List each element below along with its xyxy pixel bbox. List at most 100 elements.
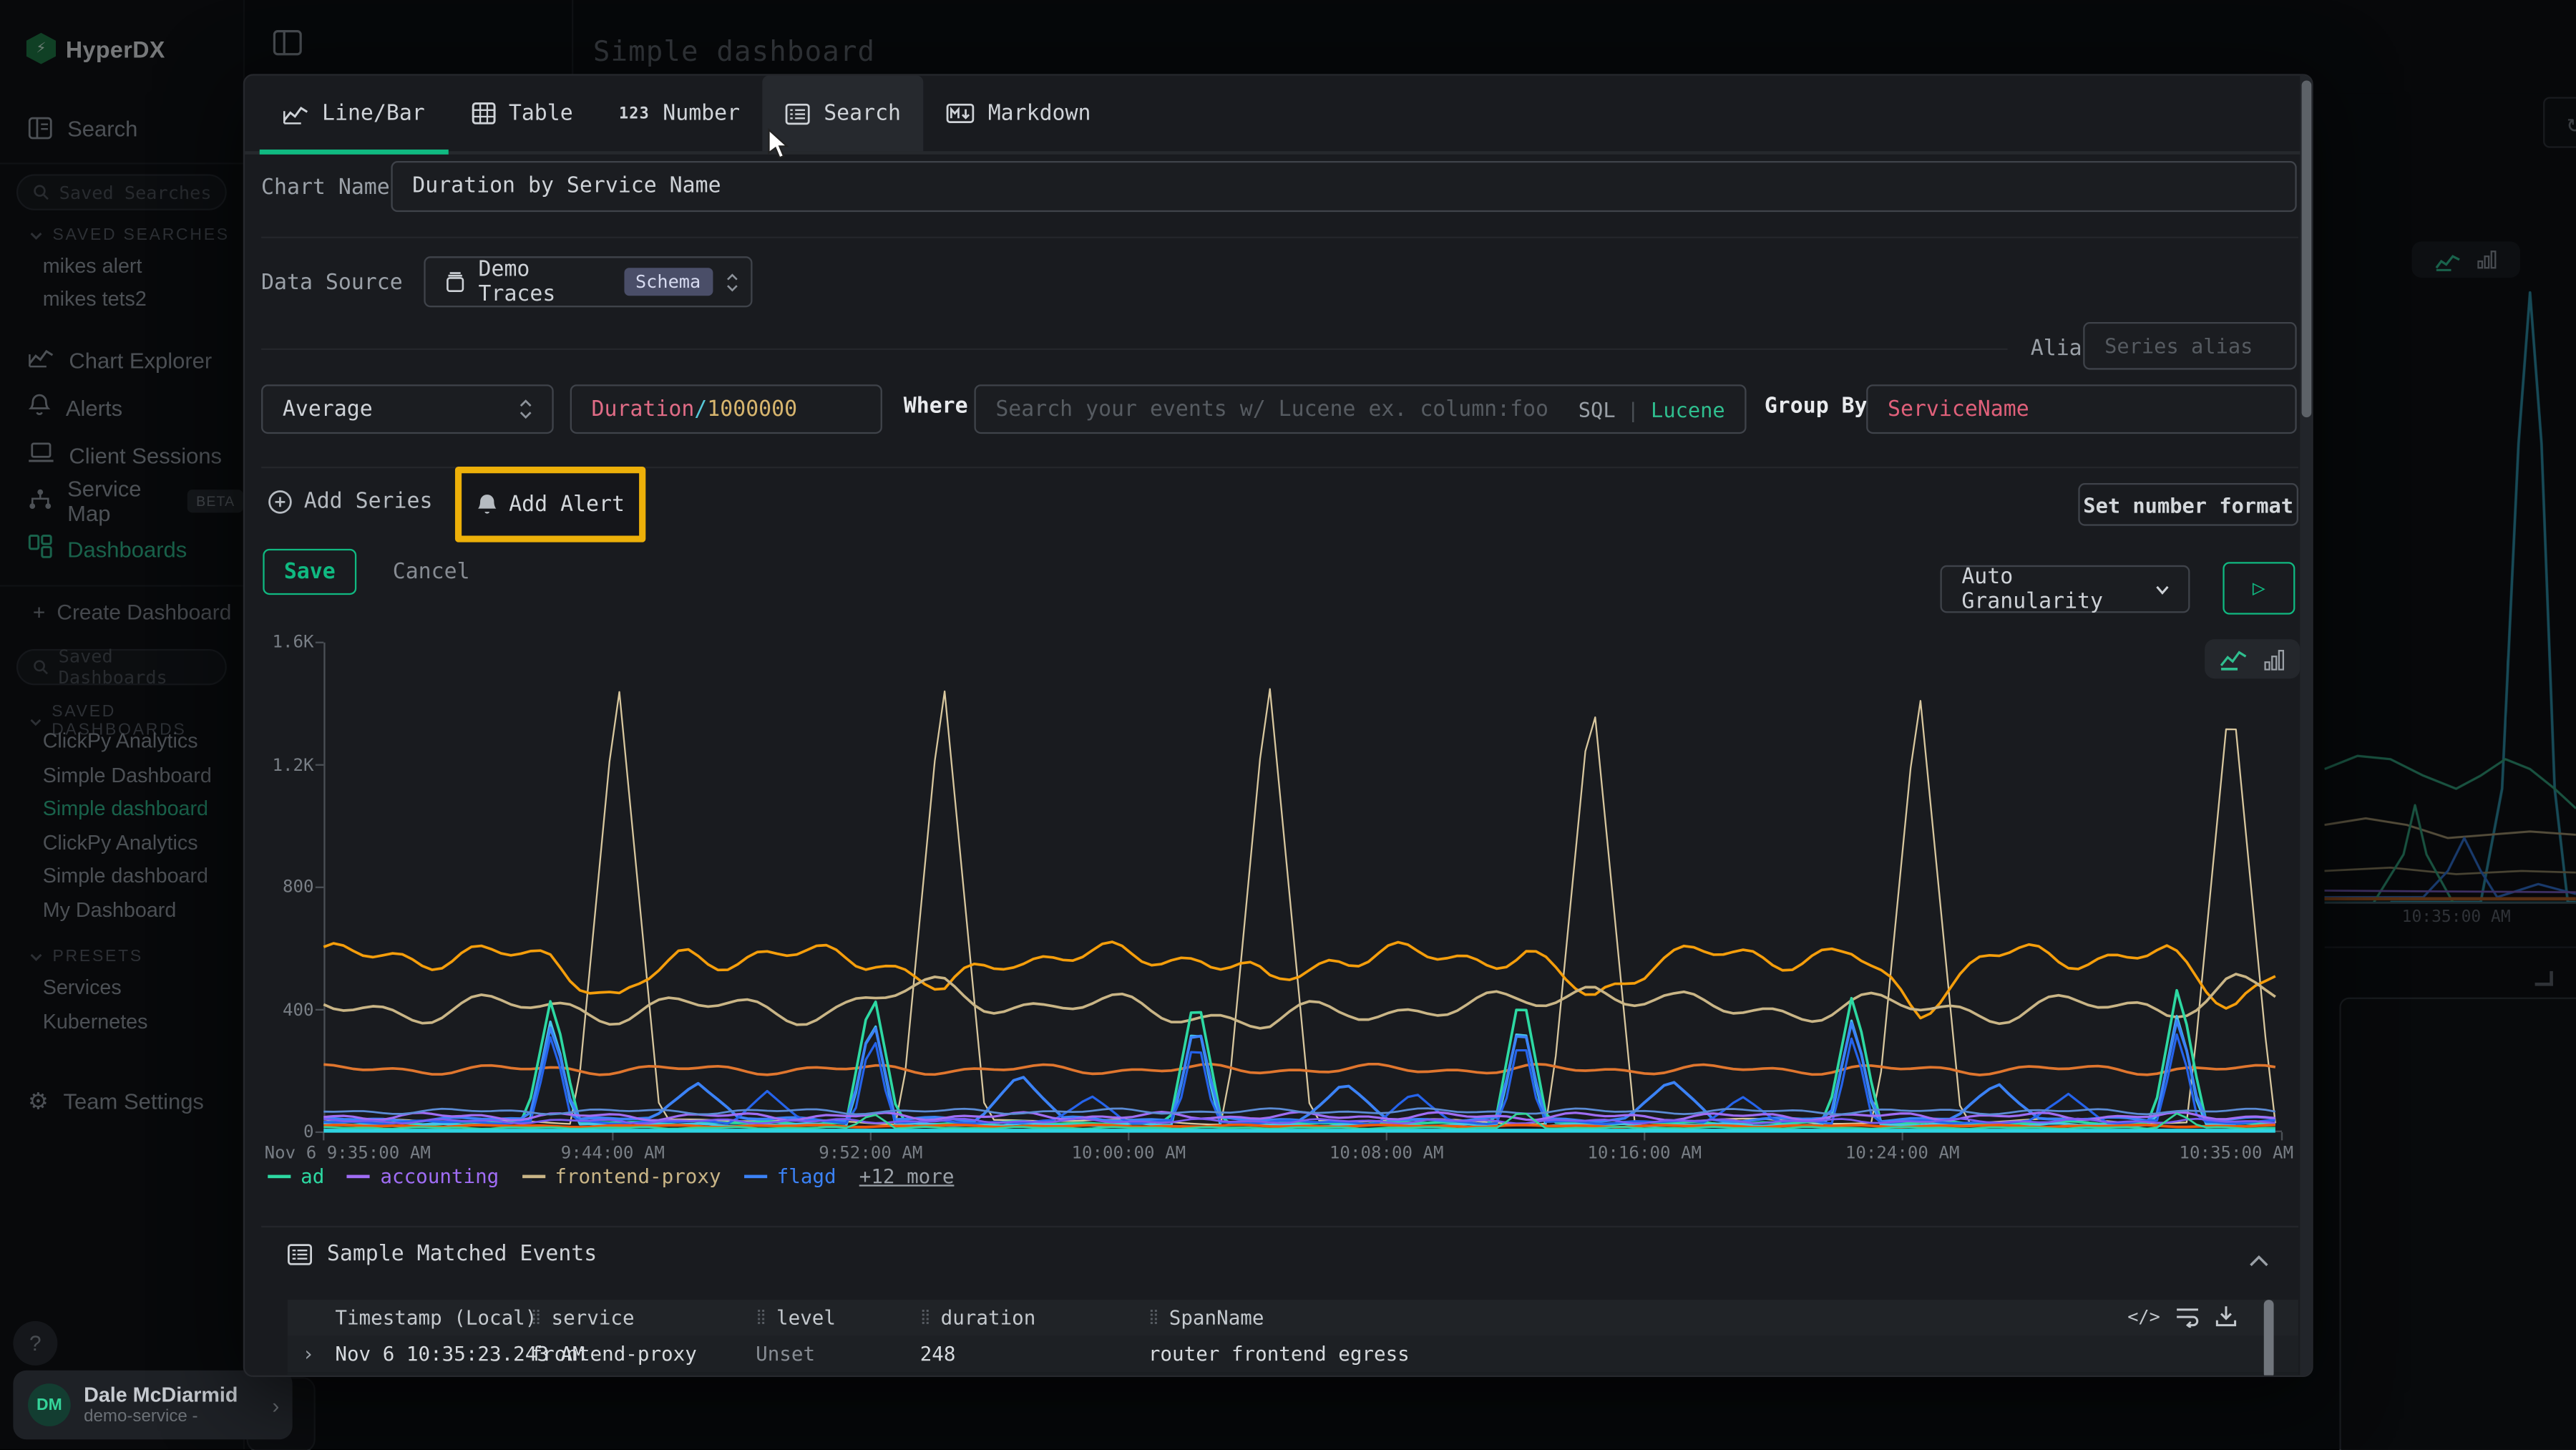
cancel-button[interactable]: Cancel <box>393 560 470 585</box>
series-other-spiky <box>323 689 2275 1124</box>
avatar: DM <box>28 1383 71 1426</box>
cell-spanname: router frontend egress <box>1148 1343 1410 1366</box>
row-expand-chevron[interactable]: › <box>302 1343 314 1366</box>
list-icon <box>786 102 810 124</box>
tab-label: Table <box>509 101 573 125</box>
user-menu[interactable]: DM Dale McDiarmid demo-service - › <box>13 1371 292 1439</box>
table-scrollbar-thumb[interactable] <box>2264 1300 2274 1377</box>
drag-handle-icon[interactable]: ⣿ <box>531 1310 542 1326</box>
alias-input[interactable]: Series alias <box>2083 322 2296 370</box>
x-axis-label: 10:16:00 AM <box>1587 1144 1702 1164</box>
group-by-input[interactable]: ServiceName <box>1866 384 2297 434</box>
x-axis-label: 10:24:00 AM <box>1845 1144 1960 1164</box>
aggregation-select[interactable]: Average <box>261 384 554 434</box>
sample-events-header: Sample Matched Events <box>288 1242 597 1267</box>
legend-item[interactable]: flagd <box>744 1165 836 1188</box>
table-row[interactable]: ›Nov 6 10:35:23.243 AMfrontend-proxyUnse… <box>288 1336 2298 1373</box>
wrap-text-icon[interactable] <box>2175 1305 2200 1327</box>
set-number-format-button[interactable]: Set number format <box>2078 483 2298 526</box>
x-axis-label: 9:52:00 AM <box>819 1144 922 1164</box>
column-label: duration <box>941 1306 1036 1329</box>
add-series-button[interactable]: Add Series <box>268 490 432 514</box>
series-other-darkorange <box>323 1064 2275 1075</box>
divider <box>261 1226 2298 1227</box>
add-alert-button[interactable]: Add Alert <box>476 492 625 517</box>
data-source-label: Data Source <box>261 271 403 296</box>
field-token: 1000000 <box>707 396 797 421</box>
tab-markdown[interactable]: Markdown <box>924 76 1113 152</box>
drag-handle-icon[interactable]: ⣿ <box>1148 1310 1159 1326</box>
legend-label: accounting <box>380 1165 499 1188</box>
drag-handle-icon[interactable]: ⣿ <box>920 1310 931 1326</box>
markdown-icon <box>947 104 975 124</box>
select-chevrons-icon <box>519 399 532 419</box>
chart-legend: ad accounting frontend-proxy flagd +12 more <box>268 1165 954 1188</box>
y-axis-label: 1.6K <box>248 633 314 653</box>
data-source-select[interactable]: Demo Traces Schema <box>424 256 752 307</box>
duration-chart[interactable] <box>323 643 2282 1132</box>
legend-swatch <box>744 1175 767 1179</box>
cell-service: frontend-proxy <box>531 1343 697 1366</box>
x-axis-label: 9:44:00 AM <box>561 1144 665 1164</box>
legend-swatch <box>347 1175 370 1179</box>
column-header-level[interactable]: ⣿level <box>756 1306 836 1329</box>
tab-table[interactable]: Table <box>448 76 596 152</box>
table-row[interactable]: ›Nov 6 10:35:23.243 AMfrontend-proxyUnse… <box>288 1372 2298 1377</box>
play-icon: ▷ <box>2253 576 2265 600</box>
series-ad <box>323 991 2275 1125</box>
legend-item[interactable]: ad <box>268 1165 324 1188</box>
save-button[interactable]: Save <box>263 549 356 595</box>
column-header-duration[interactable]: ⣿ duration <box>920 1306 1036 1329</box>
chart-name-input[interactable]: Duration by Service Name <box>391 161 2296 212</box>
add-alert-highlight: Add Alert <box>455 467 645 542</box>
column-header-timestamplocal[interactable]: Timestamp (Local) <box>335 1306 537 1329</box>
chevron-right-icon: › <box>272 1393 279 1417</box>
app-root: Simple dashboard 0 Tags ⋮ ↻ ▷ ⚡ HyperDX … <box>0 0 2576 1450</box>
sql-option[interactable]: SQL <box>1579 396 1616 421</box>
lucene-option[interactable]: Lucene <box>1651 396 1725 421</box>
field-token: Duration <box>592 396 695 421</box>
mouse-cursor <box>766 128 792 161</box>
chevron-down-icon <box>2155 584 2168 594</box>
y-axis-label: 800 <box>248 877 314 897</box>
database-icon <box>445 271 465 293</box>
column-label: Timestamp (Local) <box>335 1306 537 1329</box>
column-header-service[interactable]: ⣿service <box>531 1306 635 1329</box>
table-actions: </> <box>2127 1305 2238 1328</box>
chart-name-label: Chart Name <box>261 176 390 200</box>
column-header-spanname[interactable]: ⣿SpanName <box>1148 1306 1264 1329</box>
field-input[interactable]: Duration/1000000 <box>570 384 882 434</box>
where-input[interactable]: Search your events w/ Lucene ex. column:… <box>974 384 1746 434</box>
y-axis-label: 0 <box>248 1122 314 1142</box>
legend-swatch <box>522 1175 545 1179</box>
run-chart-button[interactable]: ▷ <box>2223 562 2295 614</box>
divider <box>261 237 2298 238</box>
user-name: Dale McDiarmid <box>84 1383 238 1406</box>
tab-number[interactable]: 123Number <box>596 76 763 152</box>
granularity-select[interactable]: Auto Granularity <box>1940 565 2190 613</box>
x-axis-label: Nov 6 9:35:00 AM <box>265 1144 431 1164</box>
drag-handle-icon[interactable]: ⣿ <box>756 1310 766 1326</box>
modal-scrollbar-thumb[interactable] <box>2301 80 2311 417</box>
chart-type-tabs: Line/BarTable123NumberSearchMarkdown <box>245 76 2313 155</box>
cell-level: Unset <box>756 1343 815 1366</box>
user-org: demo-service - <box>84 1406 238 1426</box>
legend-label: flagd <box>777 1165 836 1188</box>
cell-duration: 248 <box>920 1343 956 1366</box>
collapse-section-button[interactable] <box>2249 1242 2269 1274</box>
code-icon[interactable]: </> <box>2127 1305 2160 1327</box>
edit-chart-modal: Line/BarTable123NumberSearchMarkdown Cha… <box>243 74 2313 1377</box>
tab-label: Line/Bar <box>322 101 425 125</box>
select-chevrons-icon <box>726 272 738 292</box>
legend-item[interactable]: frontend-proxy <box>522 1165 721 1188</box>
active-tab-underline <box>260 150 448 155</box>
x-axis-label: 10:35:00 AM <box>2179 1144 2293 1164</box>
legend-item[interactable]: accounting <box>347 1165 499 1188</box>
query-language-toggle[interactable]: SQL | Lucene <box>1579 396 1725 421</box>
download-icon[interactable] <box>2215 1305 2238 1328</box>
legend-more-link[interactable]: +12 more <box>859 1165 955 1188</box>
x-axis-label: 10:00:00 AM <box>1071 1144 1186 1164</box>
group-by-value: ServiceName <box>1888 396 2029 421</box>
y-axis-label: 400 <box>248 1000 314 1020</box>
tab-line-bar[interactable]: Line/Bar <box>260 76 448 152</box>
